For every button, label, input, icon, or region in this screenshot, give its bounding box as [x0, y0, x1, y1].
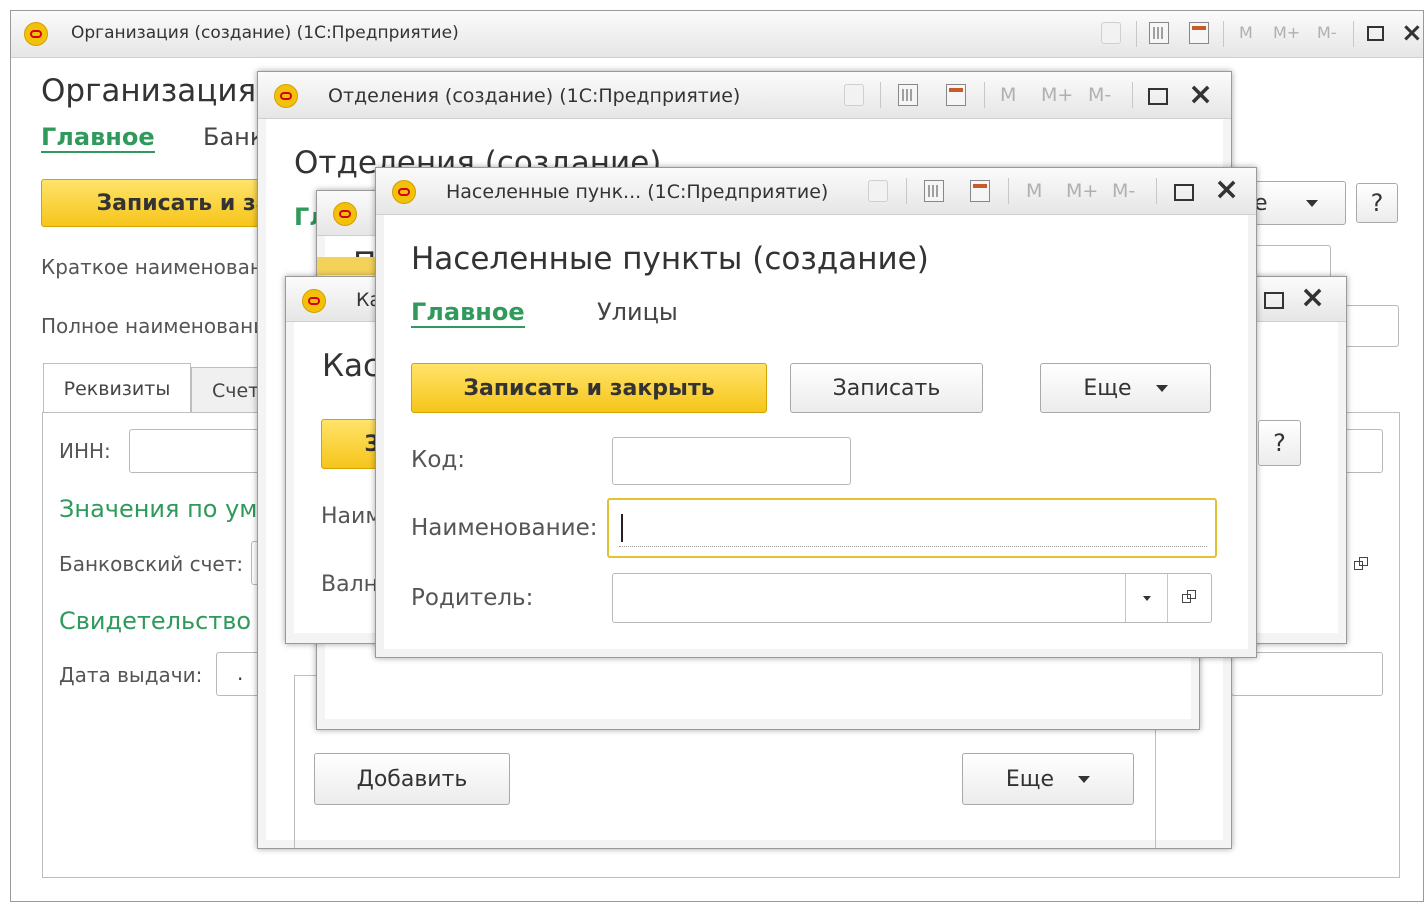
maximize-icon[interactable]	[1148, 88, 1168, 105]
page-title: Кас	[322, 348, 381, 384]
maximize-icon[interactable]	[1264, 292, 1284, 309]
toolbar-separator	[906, 178, 907, 204]
1c-logo-icon	[274, 84, 298, 108]
window-cities: Населенные пунк... (1С:Предприятие) M M+…	[375, 167, 1257, 658]
maximize-icon[interactable]	[1367, 26, 1384, 41]
write-close-button[interactable]: Записать и закрыть	[411, 363, 767, 413]
calendar-icon[interactable]	[946, 84, 966, 106]
tab-bank[interactable]: Банк	[203, 123, 264, 151]
kpp-input[interactable]	[1341, 429, 1383, 473]
tab-details[interactable]: Реквизиты	[43, 363, 191, 413]
certificate-heading: Свидетельство	[59, 607, 252, 635]
close-icon[interactable]: ×	[1214, 175, 1239, 205]
memory-plus-button[interactable]: M+	[1041, 84, 1073, 106]
1c-logo-icon	[24, 22, 48, 46]
favorite-icon[interactable]	[868, 180, 888, 202]
calculator-icon[interactable]	[1149, 22, 1169, 44]
toolbar-separator	[1008, 178, 1009, 204]
1c-logo-icon	[392, 180, 416, 204]
calculator-icon[interactable]	[924, 180, 944, 202]
open-icon	[1182, 590, 1196, 604]
more-button[interactable]: Еще	[962, 753, 1134, 805]
memory-plus-button[interactable]: M+	[1273, 23, 1300, 42]
close-icon[interactable]: ×	[1188, 80, 1213, 110]
1c-logo-icon	[333, 202, 357, 226]
chevron-down-icon	[1078, 775, 1091, 783]
page-title: Населенные пункты (создание)	[411, 241, 929, 277]
help-button[interactable]: ?	[1356, 183, 1398, 223]
memory-minus-button[interactable]: M-	[1317, 23, 1337, 42]
open-icon[interactable]	[1354, 557, 1368, 571]
full-name-label: Полное наименовани	[41, 314, 267, 338]
memory-minus-button[interactable]: M-	[1088, 84, 1111, 106]
issue-date-label: Дата выдачи:	[59, 663, 203, 687]
text-cursor	[621, 514, 623, 542]
memory-m-button[interactable]: M	[1026, 180, 1042, 202]
favorite-icon[interactable]	[1101, 22, 1121, 44]
window-organization-titlebar[interactable]: Организация (создание) (1С:Предприятие) …	[11, 11, 1423, 58]
parent-open-button[interactable]	[1167, 574, 1211, 622]
add-button[interactable]: Добавить	[314, 753, 510, 805]
close-icon[interactable]: ×	[1401, 20, 1423, 46]
help-button[interactable]: ?	[1258, 420, 1301, 466]
memory-plus-button[interactable]: M+	[1066, 180, 1098, 202]
defaults-heading: Значения по ум	[59, 495, 258, 523]
window-title: Отделения (создание) (1С:Предприятие)	[328, 85, 741, 107]
parent-label: Родитель:	[411, 585, 534, 611]
currency-label: Валн	[321, 572, 379, 597]
inn-label: ИНН:	[59, 439, 111, 463]
calculator-icon[interactable]	[898, 84, 918, 106]
chevron-down-icon	[1305, 199, 1318, 207]
favorite-icon[interactable]	[844, 84, 864, 106]
chevron-down-icon	[1143, 596, 1151, 601]
tab-main[interactable]: Главное	[41, 123, 155, 153]
parent-dropdown-button[interactable]	[1125, 574, 1168, 622]
memory-m-button[interactable]: M	[1239, 23, 1253, 42]
write-button[interactable]: Записать	[790, 363, 983, 413]
more-button[interactable]: Еще	[1040, 363, 1211, 413]
code-label: Код:	[411, 447, 466, 473]
toolbar-separator	[984, 82, 985, 108]
parent-input[interactable]	[612, 573, 1212, 623]
short-name-label: Краткое наименован	[41, 255, 263, 279]
toolbar-separator	[1223, 21, 1224, 47]
bank-account-label: Банковский счет:	[59, 552, 244, 576]
window-cities-titlebar[interactable]: Населенные пунк... (1С:Предприятие) M M+…	[376, 168, 1256, 215]
toolbar-separator	[880, 82, 881, 108]
cities-body: Населенные пункты (создание) Главное Ули…	[384, 215, 1248, 649]
memory-m-button[interactable]: M	[1000, 84, 1016, 106]
name-label: Наименование:	[411, 515, 598, 541]
hidden-window-button-strip	[317, 257, 377, 275]
page-title: Организация (	[41, 73, 279, 109]
input-underline	[619, 546, 1207, 547]
memory-minus-button[interactable]: M-	[1112, 180, 1135, 202]
calendar-icon[interactable]	[1189, 22, 1209, 44]
name-input[interactable]	[607, 498, 1217, 558]
issue-date-value: .	[237, 661, 244, 685]
issued-by-input[interactable]	[1231, 652, 1383, 696]
toolbar-separator	[1132, 82, 1133, 108]
code-input[interactable]	[612, 437, 851, 485]
1c-logo-icon	[302, 289, 326, 313]
maximize-icon[interactable]	[1174, 184, 1194, 201]
window-title: Населенные пунк... (1С:Предприятие)	[446, 181, 829, 203]
window-departments-titlebar[interactable]: Отделения (создание) (1С:Предприятие) M …	[258, 72, 1231, 119]
toolbar-separator	[1136, 21, 1137, 47]
window-title: Организация (создание) (1С:Предприятие)	[71, 23, 459, 43]
close-icon[interactable]: ×	[1300, 283, 1325, 313]
toolbar-separator	[1353, 21, 1354, 47]
toolbar-separator	[1156, 178, 1157, 204]
name-label: Наим	[321, 504, 382, 529]
full-name-input[interactable]	[1341, 305, 1399, 347]
tab-streets[interactable]: Улицы	[597, 298, 678, 326]
chevron-down-icon	[1155, 384, 1168, 392]
more-button-label: Еще	[1005, 766, 1055, 792]
tab-main[interactable]: Главное	[411, 298, 525, 328]
calendar-icon[interactable]	[970, 180, 990, 202]
more-button-label: Еще	[1083, 375, 1132, 401]
